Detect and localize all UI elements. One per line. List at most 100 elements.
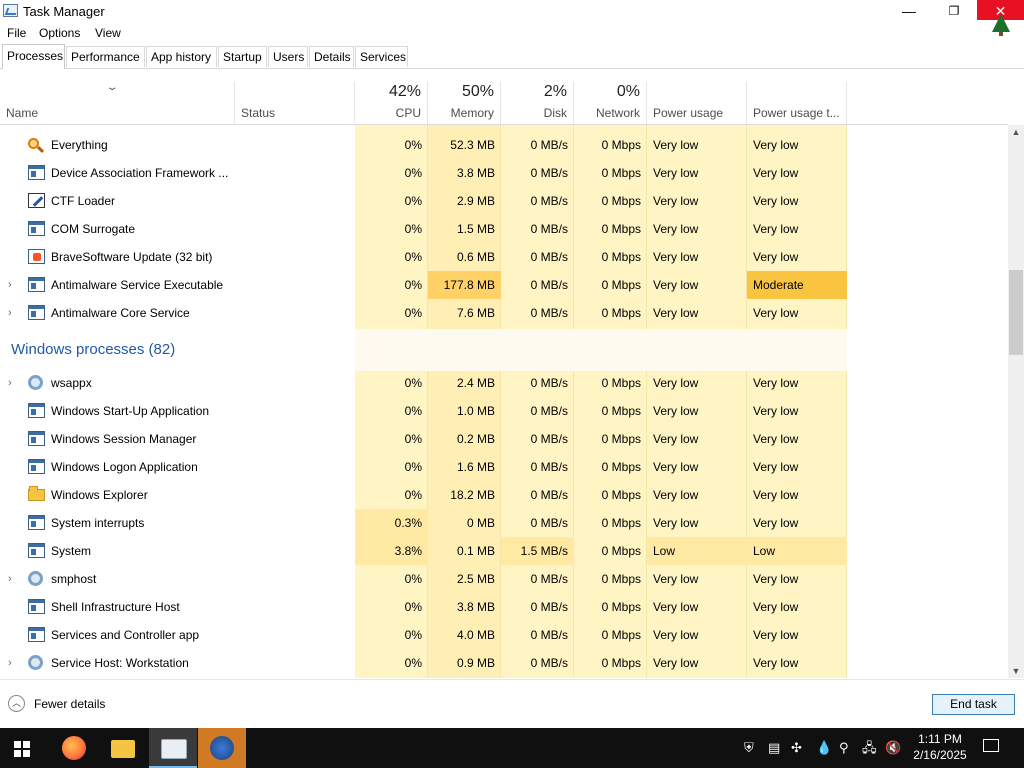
power-trend-value: Moderate bbox=[747, 271, 847, 299]
volume-muted-icon[interactable]: 🔇 bbox=[885, 728, 901, 768]
power-usage-value: Very low bbox=[653, 488, 699, 502]
power-trend-value: Very low bbox=[753, 600, 799, 614]
memory-value: 0 MB bbox=[466, 516, 495, 530]
column-name[interactable]: ⌄ Name bbox=[0, 82, 235, 124]
column-network[interactable]: 0% Network bbox=[574, 82, 647, 124]
vertical-scrollbar[interactable]: ▲ ▼ bbox=[1008, 125, 1024, 678]
column-cpu[interactable]: 42% CPU bbox=[355, 82, 428, 124]
column-power-label: Power usage bbox=[653, 106, 724, 120]
column-name-label: Name bbox=[6, 106, 39, 120]
process-name: System interrupts bbox=[51, 516, 145, 530]
expand-chevron-icon[interactable]: › bbox=[8, 649, 12, 677]
process-row[interactable]: BraveSoftware Update (32 bit) 0% 0.6 MB 0 M… bbox=[0, 243, 1008, 271]
process-row[interactable]: Windows Start-Up Application 0% 1.0 MB 0 MB… bbox=[0, 397, 1008, 425]
process-list[interactable]: Everything 0% 52.3 MB 0 MB/s 0 Mbps Very low V… bbox=[0, 125, 1008, 678]
process-row[interactable]: System 3.8% 0.1 MB 1.5 MB/s 0 Mbps Low Low bbox=[0, 537, 1008, 565]
taskbar-file-explorer[interactable] bbox=[99, 728, 147, 768]
column-status[interactable]: Status bbox=[235, 82, 355, 124]
process-row[interactable]: › Service Host: Workstation 0% 0.9 MB 0 MB/s… bbox=[0, 649, 1008, 677]
scroll-up-icon[interactable]: ▲ bbox=[1008, 127, 1024, 137]
disk-value: 0 MB/s bbox=[530, 306, 568, 320]
gear-icon bbox=[28, 375, 43, 390]
process-row[interactable]: Everything 0% 52.3 MB 0 MB/s 0 Mbps Very low V… bbox=[0, 131, 1008, 159]
taskbar-firefox[interactable] bbox=[50, 728, 98, 768]
cpu-value: 0% bbox=[404, 138, 422, 152]
tab-users[interactable]: Users bbox=[268, 46, 308, 67]
tab-services[interactable]: Services bbox=[355, 46, 408, 67]
disk-value: 1.5 MB/s bbox=[501, 537, 574, 565]
column-memory[interactable]: 50% Memory bbox=[428, 82, 501, 124]
taskbar-task-manager[interactable] bbox=[149, 728, 197, 768]
process-row[interactable]: COM Surrogate 0% 1.5 MB 0 MB/s 0 Mbps Very lo… bbox=[0, 215, 1008, 243]
scroll-thumb[interactable] bbox=[1009, 270, 1023, 355]
expand-chevron-icon[interactable]: › bbox=[8, 299, 12, 327]
fewer-details-link[interactable]: Fewer details bbox=[34, 697, 105, 711]
process-row[interactable]: CTF Loader 0% 2.9 MB 0 MB/s 0 Mbps Very low Ve… bbox=[0, 187, 1008, 215]
notification-icon[interactable] bbox=[983, 739, 999, 752]
process-row[interactable]: System interrupts 0.3% 0 MB 0 MB/s 0 Mbps Ver… bbox=[0, 509, 1008, 537]
process-row[interactable]: › Antimalware Service Executable 0% 177.8 M… bbox=[0, 271, 1008, 299]
cpu-value: 0% bbox=[404, 194, 422, 208]
process-name: Everything bbox=[51, 138, 108, 152]
tab-processes[interactable]: Processes bbox=[2, 44, 65, 69]
expand-chevron-icon[interactable]: › bbox=[8, 369, 12, 397]
folder-icon bbox=[28, 486, 45, 501]
process-name: smphost bbox=[51, 572, 97, 586]
menu-file[interactable]: File bbox=[7, 26, 26, 40]
scroll-down-icon[interactable]: ▼ bbox=[1008, 666, 1024, 676]
disk-value: 0 MB/s bbox=[530, 138, 568, 152]
menu-options[interactable]: Options bbox=[39, 26, 80, 40]
disk-value: 0 MB/s bbox=[530, 572, 568, 586]
network-value: 0 Mbps bbox=[601, 278, 641, 292]
tray-security-icon[interactable]: ⛨ bbox=[744, 728, 754, 768]
end-task-button[interactable]: End task bbox=[932, 694, 1015, 715]
power-usage-value: Very low bbox=[653, 600, 699, 614]
power-trend-value: Very low bbox=[753, 166, 799, 180]
process-row[interactable]: Services and Controller app 0% 4.0 MB 0 MB/… bbox=[0, 621, 1008, 649]
tab-startup[interactable]: Startup bbox=[218, 46, 267, 67]
process-row[interactable]: Windows Logon Application 0% 1.6 MB 0 MB/s 0… bbox=[0, 453, 1008, 481]
process-row[interactable]: › Antimalware Core Service 0% 7.6 MB 0 MB/s 0… bbox=[0, 299, 1008, 327]
minimize-button[interactable]: — bbox=[886, 0, 932, 22]
power-trend-value: Very low bbox=[753, 656, 799, 670]
window-icon bbox=[28, 627, 45, 642]
power-trend-value: Very low bbox=[753, 194, 799, 208]
tray-app-icon[interactable]: ✣ bbox=[791, 728, 802, 768]
expand-chevron-icon[interactable]: › bbox=[8, 271, 12, 299]
window-icon bbox=[28, 277, 45, 292]
tray-device-icon[interactable]: ▤ bbox=[768, 728, 780, 768]
column-power-usage[interactable]: Power usage bbox=[647, 82, 747, 124]
menu-view[interactable]: View bbox=[95, 26, 121, 40]
process-row[interactable]: › wsappx 0% 2.4 MB 0 MB/s 0 Mbps Very low Very … bbox=[0, 369, 1008, 397]
expand-chevron-icon[interactable]: › bbox=[8, 565, 12, 593]
taskbar: ⛨ ▤ ✣ 💧 ⚲ 🖧 🔇 1:11 PM 2/16/2025 bbox=[0, 728, 1024, 768]
column-disk[interactable]: 2% Disk bbox=[501, 82, 574, 124]
power-usage-value: Very low bbox=[653, 628, 699, 642]
taskbar-app[interactable] bbox=[198, 728, 246, 768]
tab-performance[interactable]: Performance bbox=[66, 46, 145, 67]
network-value: 0 Mbps bbox=[601, 194, 641, 208]
memory-value: 52.3 MB bbox=[450, 138, 495, 152]
clock[interactable]: 1:11 PM 2/16/2025 bbox=[906, 731, 974, 763]
process-row[interactable]: Windows Session Manager 0% 0.2 MB 0 MB/s 0 M… bbox=[0, 425, 1008, 453]
tray-drop-icon[interactable]: 💧 bbox=[816, 728, 832, 768]
process-name: Windows Logon Application bbox=[51, 460, 198, 474]
disk-value: 0 MB/s bbox=[530, 404, 568, 418]
power-usage-value: Very low bbox=[653, 194, 699, 208]
start-button[interactable] bbox=[14, 741, 30, 757]
process-row[interactable]: Device Association Framework ... 0% 3.8 MB… bbox=[0, 159, 1008, 187]
cpu-value: 0% bbox=[404, 222, 422, 236]
network-icon[interactable]: 🖧 bbox=[862, 728, 877, 768]
memory-value: 0.9 MB bbox=[456, 656, 495, 670]
process-name: Service Host: Workstation bbox=[51, 656, 189, 670]
process-row[interactable]: › smphost 0% 2.5 MB 0 MB/s 0 Mbps Very low Very… bbox=[0, 565, 1008, 593]
tab-details[interactable]: Details bbox=[309, 46, 354, 67]
process-row[interactable]: Shell Infrastructure Host 0% 3.8 MB 0 MB/s 0… bbox=[0, 593, 1008, 621]
tray-search-icon[interactable]: ⚲ bbox=[839, 728, 849, 768]
process-row[interactable]: Windows Explorer 0% 18.2 MB 0 MB/s 0 Mbps Ver… bbox=[0, 481, 1008, 509]
memory-total: 50% bbox=[461, 83, 494, 100]
column-power-trend[interactable]: Power usage t... bbox=[747, 82, 847, 124]
maximize-button[interactable]: ❐ bbox=[931, 0, 977, 22]
tab-app-history[interactable]: App history bbox=[146, 46, 217, 67]
chevron-up-icon[interactable]: ︿ bbox=[8, 695, 25, 712]
